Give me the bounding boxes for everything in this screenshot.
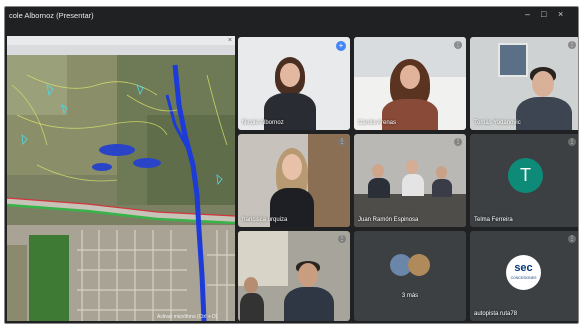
more-options-icon[interactable]: ⋮ <box>338 235 346 243</box>
satellite-map <box>7 55 235 321</box>
participant-tile[interactable]: ⋮ Tomás Yodanovic <box>470 37 578 130</box>
share-caption: Activar micrófono (Ctrl + D) <box>157 314 218 320</box>
sec-logo: sec CONCESIONES <box>506 255 541 290</box>
window-title: cole Albornoz (Presentar) <box>9 11 94 20</box>
participant-tile[interactable]: ⋮ <box>238 231 350 321</box>
more-options-icon[interactable]: ⋮ <box>454 41 462 49</box>
participant-tile[interactable]: sec CONCESIONES ⋮ autopista ruta78 <box>470 231 578 321</box>
more-options-icon[interactable]: ⋮ <box>568 235 576 243</box>
more-options-icon[interactable]: ⋮ <box>454 138 462 146</box>
background-board <box>238 231 288 286</box>
logo-subtext: CONCESIONES <box>510 276 537 280</box>
shared-screen[interactable]: × Activar micrófono (Ctrl + D) <box>7 36 235 321</box>
others-tile[interactable]: 3 más <box>354 231 466 321</box>
background-wood <box>308 134 350 227</box>
title-bar: cole Albornoz (Presentar) – □ × <box>5 7 578 27</box>
close-icon[interactable]: × <box>558 9 563 19</box>
participant-tile[interactable]: ⋮ Juan Ramón Espinosa <box>354 134 466 227</box>
participant-thumbnail <box>408 254 430 276</box>
participant-name: autopista ruta78 <box>474 311 518 317</box>
participant-name: Telma Ferreira <box>474 217 513 223</box>
participant-name: francisca urquiza <box>242 217 288 223</box>
participant-name: Juan Ramón Espinosa <box>358 217 419 223</box>
participant-name: Carola Arenas <box>358 120 397 126</box>
shared-app-titlebar: × <box>7 36 235 45</box>
minimize-icon[interactable]: – <box>525 9 530 19</box>
participant-name: Tomás Yodanovic <box>474 120 521 126</box>
pin-icon[interactable]: + <box>336 41 346 51</box>
more-participants-label: 3 más <box>401 293 419 299</box>
more-options-icon[interactable]: ⋮ <box>338 138 346 146</box>
participant-tile[interactable]: T ⋮ Telma Ferreira <box>470 134 578 227</box>
shared-app-toolbar <box>7 45 235 55</box>
participant-name: Nicole Albornoz <box>242 120 284 126</box>
more-options-icon[interactable]: ⋮ <box>568 41 576 49</box>
more-options-icon[interactable]: ⋮ <box>568 138 576 146</box>
wall-picture <box>498 43 528 77</box>
participant-tile[interactable]: ⋮ francisca urquiza <box>238 134 350 227</box>
logo-text: sec <box>514 262 533 274</box>
participant-tile[interactable]: + Nicole Albornoz <box>238 37 350 130</box>
participant-tile[interactable]: ⋮ Carola Arenas <box>354 37 466 130</box>
meet-window: cole Albornoz (Presentar) – □ × × Activa… <box>4 6 579 324</box>
participant-avatar: T <box>508 158 543 193</box>
maximize-icon[interactable]: □ <box>541 9 546 19</box>
close-icon: × <box>227 37 232 44</box>
